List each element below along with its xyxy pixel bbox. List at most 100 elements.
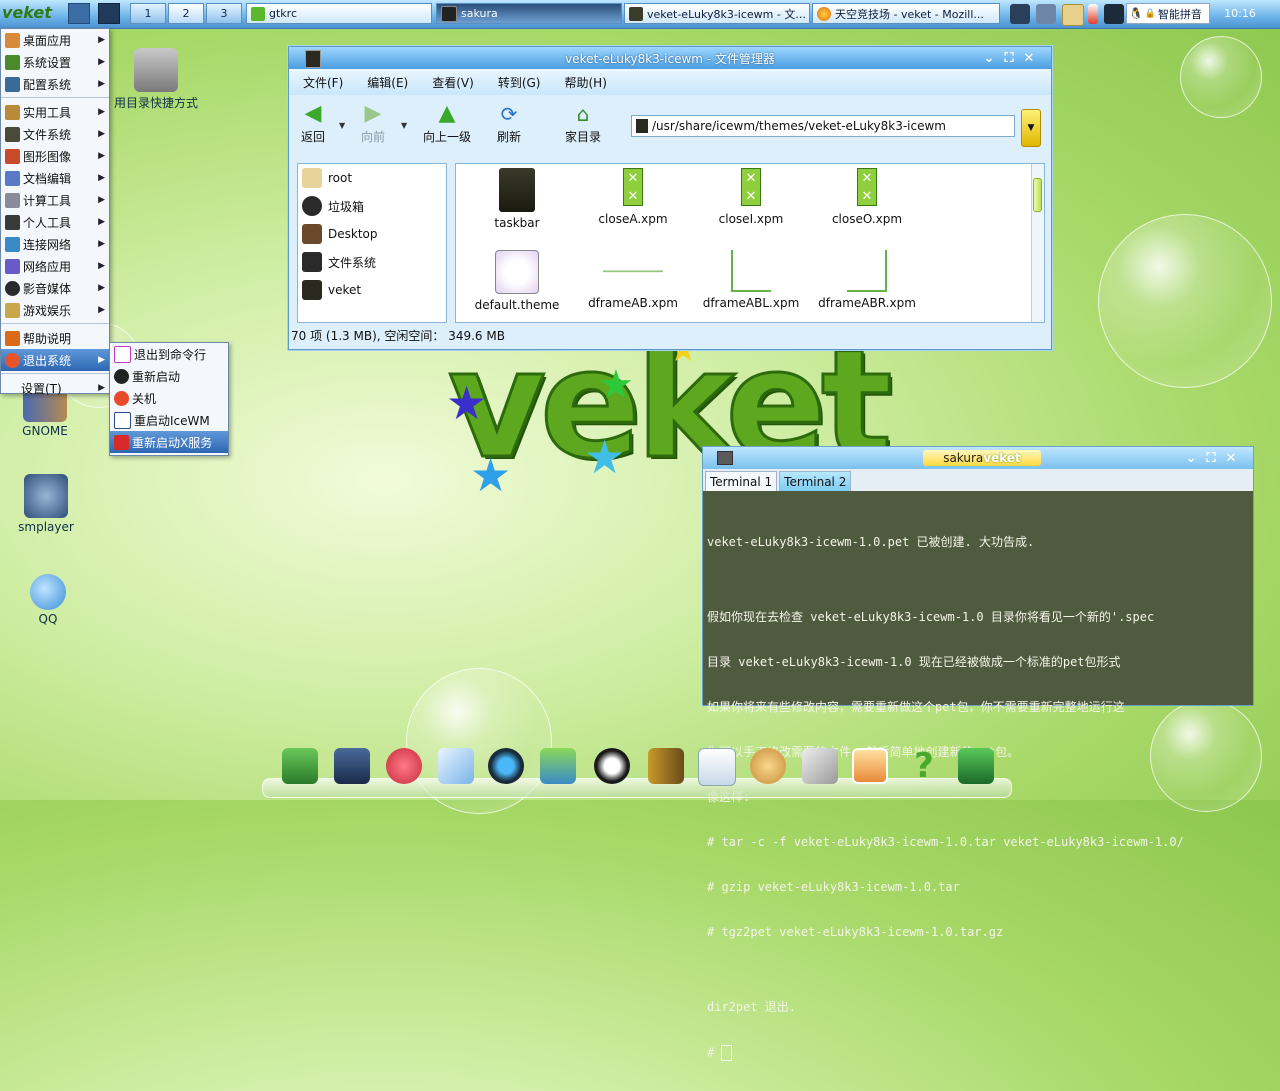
exit-door-icon[interactable] — [648, 748, 684, 784]
menu-item-system-settings[interactable]: 系统设置 ▶ — [1, 51, 109, 73]
fm-titlebar[interactable]: veket-eLuky8k3-icewm - 文件管理器 ⌄ ⛶ ✕ — [289, 47, 1051, 69]
submenu-reboot[interactable]: 重新启动 — [110, 365, 228, 387]
menu-item-media[interactable]: 影音媒体 ▶ — [1, 277, 109, 299]
terminal-output[interactable]: veket-eLuky8k3-icewm-1.0.pet 已被创建. 大功告成.… — [707, 505, 1251, 1091]
thermometer-icon[interactable] — [1088, 4, 1098, 24]
home-icon: ⌂ — [576, 102, 590, 126]
maximize-icon[interactable]: ⛶ — [1001, 50, 1017, 66]
workspace-1[interactable]: 1 — [130, 3, 166, 24]
refresh-button[interactable]: ⟳ 刷新 — [479, 103, 539, 145]
clipboard-icon[interactable] — [1062, 4, 1084, 26]
penguin-icon[interactable] — [594, 748, 630, 784]
config-icon — [5, 76, 20, 92]
menu-item-graphics[interactable]: 图形图像 ▶ — [1, 145, 109, 167]
file-item[interactable]: dframeAB.xpm — [578, 250, 688, 310]
menu-go[interactable]: 转到(G) — [498, 74, 541, 91]
menu-item-games[interactable]: 游戏娱乐 ▶ — [1, 299, 109, 321]
clock[interactable]: 10:16 — [1220, 3, 1260, 24]
submenu-shutdown[interactable]: 关机 — [110, 387, 228, 409]
editor-icon[interactable] — [438, 748, 474, 784]
desktop-icon-qq[interactable]: QQ — [20, 574, 76, 626]
paint-palette-icon[interactable] — [750, 748, 786, 784]
back-button[interactable]: ◀ 返回 — [283, 103, 343, 145]
file-item[interactable]: default.theme — [462, 250, 572, 312]
menu-item-exit[interactable]: 退出系统 ▶ — [1, 349, 109, 371]
ime-indicator[interactable]: 🐧 🔒 智能拼音 — [1126, 3, 1210, 24]
photo-icon[interactable] — [852, 748, 888, 784]
forward-button[interactable]: ▶ 向前 — [343, 103, 403, 145]
file-manager-icon[interactable] — [282, 748, 318, 784]
maximize-icon[interactable]: ⛶ — [1203, 450, 1219, 466]
place-trash[interactable]: 垃圾箱 — [298, 192, 446, 220]
minimize-icon[interactable]: ⌄ — [981, 50, 997, 66]
menu-item-documents[interactable]: 文档编辑 ▶ — [1, 167, 109, 189]
start-button[interactable]: veket — [2, 2, 60, 23]
file-item[interactable]: dframeABL.xpm — [696, 250, 806, 310]
file-item[interactable]: ✕ ✕ closeI.xpm — [696, 168, 806, 226]
camera-icon[interactable] — [958, 748, 994, 784]
volume-icon[interactable] — [1036, 4, 1056, 24]
hedgehog-icon[interactable] — [386, 748, 422, 784]
network-monitor-icon[interactable] — [1010, 4, 1030, 24]
path-bar[interactable]: /usr/share/icewm/themes/veket-eLuky8k3-i… — [631, 115, 1015, 137]
file-item[interactable]: dframeABR.xpm — [812, 250, 922, 310]
menu-file[interactable]: 文件(F) — [303, 74, 343, 91]
terminal-titlebar[interactable]: sakura veket ⌄ ⛶ ✕ — [703, 447, 1253, 469]
scrollbar-thumb[interactable] — [1033, 178, 1042, 212]
close-icon[interactable]: ✕ — [1223, 450, 1239, 466]
home-button[interactable]: ⌂ 家目录 — [553, 103, 613, 145]
users-icon[interactable] — [540, 748, 576, 784]
submenu-restart-x[interactable]: 重新启动X服务 — [110, 431, 228, 453]
file-item[interactable]: taskbar — [462, 168, 572, 230]
workspace-3[interactable]: 3 — [206, 3, 242, 24]
close-icon[interactable]: ✕ — [1021, 50, 1037, 66]
media-player-icon[interactable] — [488, 748, 524, 784]
menu-help[interactable]: 帮助(H) — [564, 74, 606, 91]
desktop-icon-smplayer[interactable]: smplayer — [8, 474, 84, 534]
forward-history-dropdown[interactable]: ▼ — [401, 121, 407, 130]
show-desktop-icon[interactable] — [68, 3, 90, 24]
workspace-2[interactable]: 2 — [168, 3, 204, 24]
minimize-icon[interactable]: ⌄ — [1183, 450, 1199, 466]
desktop-icon-shortcut[interactable]: 用目录快捷方式 — [104, 48, 208, 111]
window-list-icon[interactable] — [98, 3, 120, 24]
monitor-icon[interactable] — [334, 748, 370, 784]
window-menu-icon[interactable] — [717, 451, 733, 465]
task-gtkrc[interactable]: gtkrc — [246, 3, 432, 24]
terminal-window: sakura veket ⌄ ⛶ ✕ Terminal 1 Terminal 2 … — [702, 446, 1254, 1061]
menu-item-help[interactable]: 帮助说明 — [1, 327, 109, 349]
menu-item-calculators[interactable]: 计算工具 ▶ — [1, 189, 109, 211]
task-firefox[interactable]: 天空竞技场 - veket - Mozill... — [812, 3, 1000, 24]
cpu-monitor-icon[interactable] — [1104, 4, 1124, 24]
place-desktop[interactable]: Desktop — [298, 220, 446, 248]
help-icon[interactable]: ? — [906, 748, 942, 784]
up-button[interactable]: ▲ 向上一级 — [417, 103, 477, 145]
menu-item-config-system[interactable]: 配置系统 ▶ — [1, 73, 109, 95]
menu-item-network-apps[interactable]: 网络应用 ▶ — [1, 255, 109, 277]
menu-edit[interactable]: 编辑(E) — [367, 74, 408, 91]
menu-view[interactable]: 查看(V) — [432, 74, 474, 91]
tab-terminal-2[interactable]: Terminal 2 — [779, 471, 852, 491]
submenu-exit-to-console[interactable]: 退出到命令行 — [110, 343, 228, 365]
task-file-manager[interactable]: veket-eLuky8k3-icewm - 文... — [624, 3, 810, 24]
chart-window-icon[interactable] — [698, 748, 736, 786]
usb-drive-icon[interactable] — [802, 748, 838, 784]
place-filesystem[interactable]: 文件系统 — [298, 248, 446, 276]
file-item[interactable]: ✕ ✕ closeO.xpm — [812, 168, 922, 226]
tab-terminal-1[interactable]: Terminal 1 — [705, 471, 778, 491]
menu-item-personal[interactable]: 个人工具 ▶ — [1, 211, 109, 233]
task-sakura[interactable]: sakura — [436, 3, 622, 24]
file-item[interactable]: ✕ ✕ closeA.xpm — [578, 168, 688, 226]
path-dropdown-button[interactable]: ▼ — [1021, 109, 1041, 147]
arrow-right-icon: ▶ — [98, 107, 105, 117]
menu-item-filesystem[interactable]: 文件系统 ▶ — [1, 123, 109, 145]
place-veket[interactable]: veket — [298, 276, 446, 304]
terminal-prompt-line[interactable]: # — [707, 1045, 1251, 1061]
vertical-scrollbar[interactable] — [1031, 164, 1044, 322]
menu-item-connect[interactable]: 连接网络 ▶ — [1, 233, 109, 255]
menu-item-utilities[interactable]: 实用工具 ▶ — [1, 101, 109, 123]
menu-item-settings[interactable]: 设置(T) ▶ — [1, 377, 109, 399]
submenu-restart-icewm[interactable]: 重启动IceWM — [110, 409, 228, 431]
place-root[interactable]: root — [298, 164, 446, 192]
menu-item-desktop-apps[interactable]: 桌面应用 ▶ — [1, 29, 109, 51]
